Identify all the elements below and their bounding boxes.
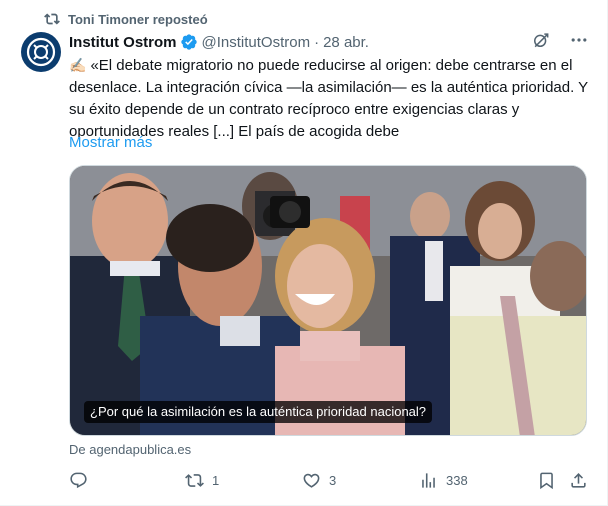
repost-indicator[interactable]: Toni Timoner reposteó bbox=[44, 10, 208, 28]
repost-count: 1 bbox=[212, 472, 220, 488]
link-card-media[interactable]: ¿Por qué la asimilación es la auténtica … bbox=[69, 165, 587, 436]
tweet-header: Institut Ostrom @InstitutOstrom · 28 abr… bbox=[69, 32, 369, 52]
repost-button[interactable]: 1 bbox=[185, 468, 219, 492]
bookmark-icon bbox=[540, 472, 553, 489]
header-separator: · bbox=[314, 33, 320, 51]
writing-hand-emoji: ✍🏻 bbox=[69, 57, 87, 73]
bookmark-button[interactable] bbox=[537, 468, 556, 492]
repost-icon bbox=[44, 13, 60, 25]
show-more-link[interactable]: Mostrar más bbox=[69, 133, 152, 153]
author-name[interactable]: Institut Ostrom bbox=[69, 34, 177, 51]
heart-icon bbox=[303, 473, 320, 488]
tweet-card[interactable]: Toni Timoner reposteó Institut Ostrom @I… bbox=[0, 0, 608, 506]
grok-icon[interactable] bbox=[531, 30, 551, 50]
tweet-date[interactable]: 28 abr. bbox=[323, 34, 369, 51]
media-caption: ¿Por qué la asimilación es la auténtica … bbox=[84, 401, 433, 423]
views-count: 338 bbox=[446, 472, 468, 488]
author-handle[interactable]: @InstitutOstrom bbox=[202, 34, 311, 51]
like-button[interactable]: 3 bbox=[302, 468, 336, 492]
top-actions bbox=[531, 30, 589, 50]
verified-badge-icon[interactable] bbox=[180, 33, 198, 51]
tweet-body: «El debate migratorio no puede reducirse… bbox=[69, 57, 588, 140]
like-count: 3 bbox=[329, 472, 337, 488]
link-source[interactable]: De agendapublica.es bbox=[69, 442, 191, 457]
share-button[interactable] bbox=[569, 468, 588, 492]
action-bar: 1 3 338 bbox=[69, 468, 589, 492]
reply-button[interactable] bbox=[69, 468, 96, 492]
analytics-icon bbox=[422, 472, 435, 488]
repost-action-icon bbox=[185, 473, 204, 487]
avatar[interactable] bbox=[21, 32, 61, 72]
globe-logo-icon bbox=[26, 37, 56, 67]
news-photo bbox=[70, 166, 586, 435]
share-icon bbox=[571, 472, 586, 488]
more-options-icon[interactable] bbox=[569, 30, 589, 50]
tweet-text: ✍🏻 «El debate migratorio no puede reducir… bbox=[69, 54, 589, 143]
views-button[interactable]: 338 bbox=[419, 468, 468, 492]
repost-text: Toni Timoner reposteó bbox=[68, 11, 208, 27]
reply-icon bbox=[70, 472, 87, 488]
